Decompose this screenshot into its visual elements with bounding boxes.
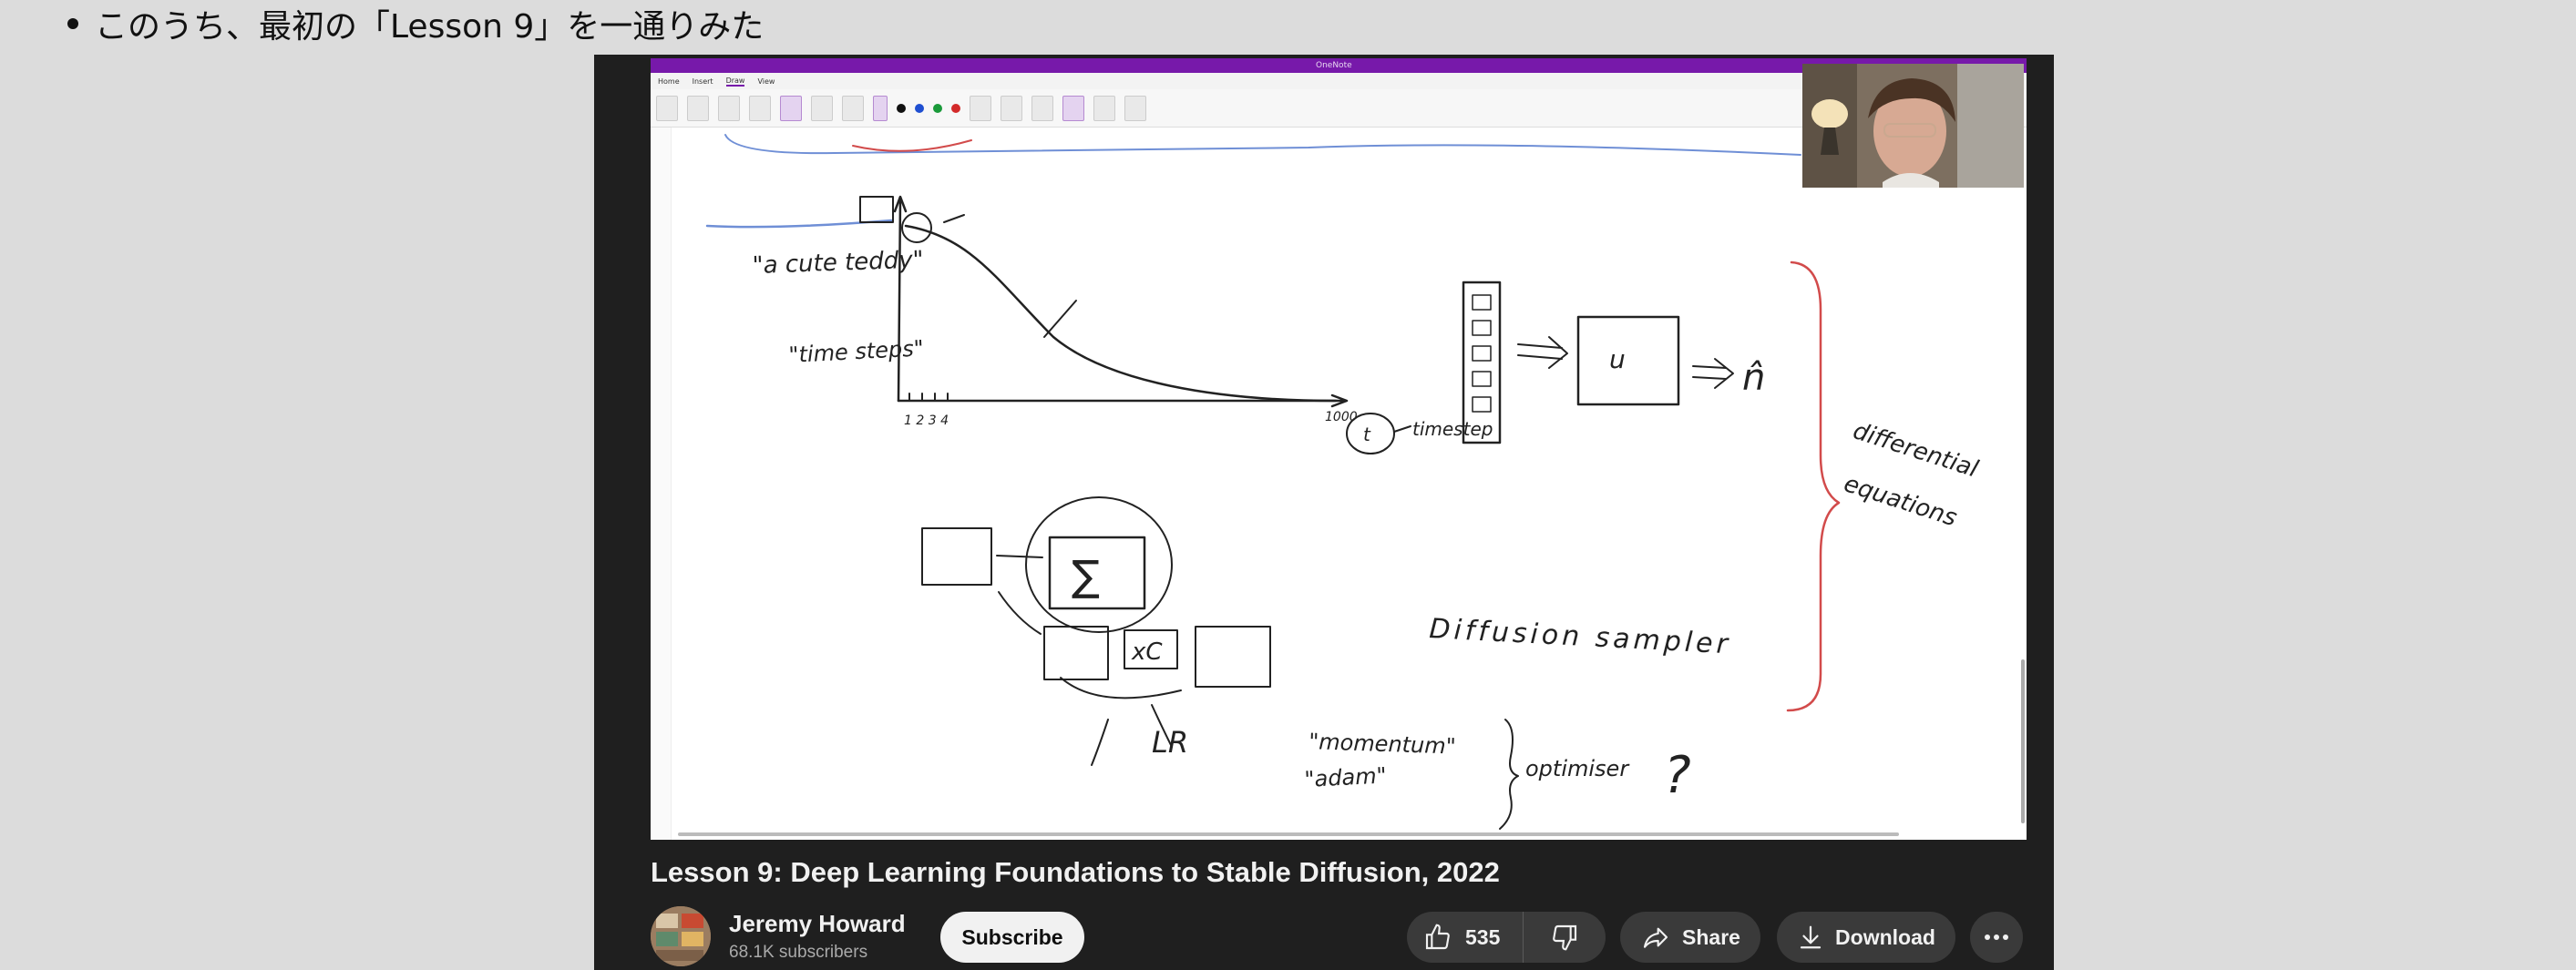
hw-optimiser: optimiser: [1525, 756, 1630, 781]
canvas-vertical-scrollbar[interactable]: [2021, 659, 2025, 823]
youtube-video-screenshot: OneNote Home Insert Draw View "a cute te…: [594, 55, 2054, 970]
canvas-horizontal-scrollbar[interactable]: [678, 832, 1899, 836]
hw-momentum: "momentum": [1309, 729, 1456, 760]
bullet-item: このうち、最初の「Lesson 9」を一通りみた: [67, 4, 764, 46]
more-horizontal-icon: [1985, 934, 2008, 940]
hw-time-steps: "time steps": [788, 335, 925, 368]
more-actions-button[interactable]: [1970, 912, 2023, 963]
pen-color-black[interactable]: [897, 103, 906, 113]
stroke-width-3[interactable]: [1062, 95, 1084, 121]
download-label: Download: [1835, 924, 1935, 949]
hw-lr: LR: [1152, 725, 1188, 760]
download-button[interactable]: Download: [1777, 912, 1955, 963]
tab-home[interactable]: Home: [658, 77, 680, 86]
hw-differential: differential: [1850, 417, 1982, 484]
subscriber-count: 68.1K subscribers: [729, 943, 868, 962]
pen-color-blue[interactable]: [915, 103, 924, 113]
pen-color-selected[interactable]: [873, 95, 888, 121]
like-count: 535: [1465, 924, 1501, 949]
share-button[interactable]: Share: [1620, 912, 1760, 963]
like-dislike-group: 535: [1407, 912, 1606, 963]
video-player[interactable]: OneNote Home Insert Draw View "a cute te…: [651, 58, 2027, 840]
video-title: Lesson 9: Deep Learning Foundations to S…: [651, 856, 1500, 888]
insert-space-tool[interactable]: [718, 95, 740, 121]
tab-insert[interactable]: Insert: [693, 77, 713, 86]
tab-draw[interactable]: Draw: [725, 77, 745, 87]
marker-tool[interactable]: [811, 95, 833, 121]
hw-equations: equations: [1841, 470, 1960, 532]
highlighter-tool[interactable]: [842, 95, 864, 121]
lasso-select-tool[interactable]: [656, 95, 678, 121]
ink-color-picker[interactable]: [970, 95, 991, 121]
stroke-width-1[interactable]: [1001, 95, 1022, 121]
thumbs-up-icon: [1425, 924, 1450, 950]
tab-view[interactable]: View: [757, 77, 775, 86]
channel-avatar[interactable]: [651, 906, 711, 966]
hw-diffusion-sampler: Diffusion sampler: [1429, 613, 1732, 660]
bullet-text: このうち、最初の「Lesson 9」を一通りみた: [95, 8, 765, 46]
lasso-tool[interactable]: [687, 95, 709, 121]
bullet-marker: [67, 18, 78, 29]
hw-sigma: ∑: [1072, 551, 1100, 600]
pen-color-red[interactable]: [951, 103, 960, 113]
onenote-app-title: OneNote: [1316, 61, 1352, 70]
share-label: Share: [1682, 924, 1740, 949]
channel-actions-row: Jeremy Howard 68.1K subscribers Subscrib…: [651, 906, 2027, 966]
whiteboard-canvas: "a cute teddy" "time steps" 1 2 3 4 1000…: [705, 134, 1982, 830]
onenote-left-rail: [651, 128, 672, 840]
presenter-image: [1802, 64, 2024, 188]
hw-n-hat: n̂: [1742, 357, 1765, 399]
pen-tool[interactable]: [780, 95, 802, 121]
eraser-tool[interactable]: [749, 95, 771, 121]
stroke-width-2[interactable]: [1031, 95, 1053, 121]
download-icon: [1800, 925, 1822, 949]
thumbs-down-icon: [1553, 924, 1577, 951]
like-button[interactable]: 535: [1407, 912, 1524, 963]
stroke-width-5[interactable]: [1124, 95, 1146, 121]
dislike-button[interactable]: [1524, 912, 1606, 963]
hw-t: t: [1363, 424, 1371, 445]
avatar-image: [651, 906, 711, 966]
hw-timestep: timestep: [1412, 418, 1493, 440]
hw-u: u: [1609, 344, 1626, 374]
pen-color-green[interactable]: [933, 103, 942, 113]
hw-x-ticks: 1 2 3 4: [904, 414, 949, 428]
hw-c: xC: [1131, 638, 1163, 666]
hw-x-end: 1000: [1325, 410, 1358, 424]
hw-teddy: "a cute teddy": [752, 246, 924, 280]
hw-question: ?: [1664, 746, 1691, 805]
channel-name[interactable]: Jeremy Howard: [729, 910, 906, 938]
subscribe-button[interactable]: Subscribe: [940, 912, 1084, 963]
hw-adam: "adam": [1304, 762, 1387, 792]
presenter-webcam: [1802, 64, 2024, 188]
stroke-width-4[interactable]: [1093, 95, 1115, 121]
share-arrow-icon: [1643, 927, 1668, 948]
